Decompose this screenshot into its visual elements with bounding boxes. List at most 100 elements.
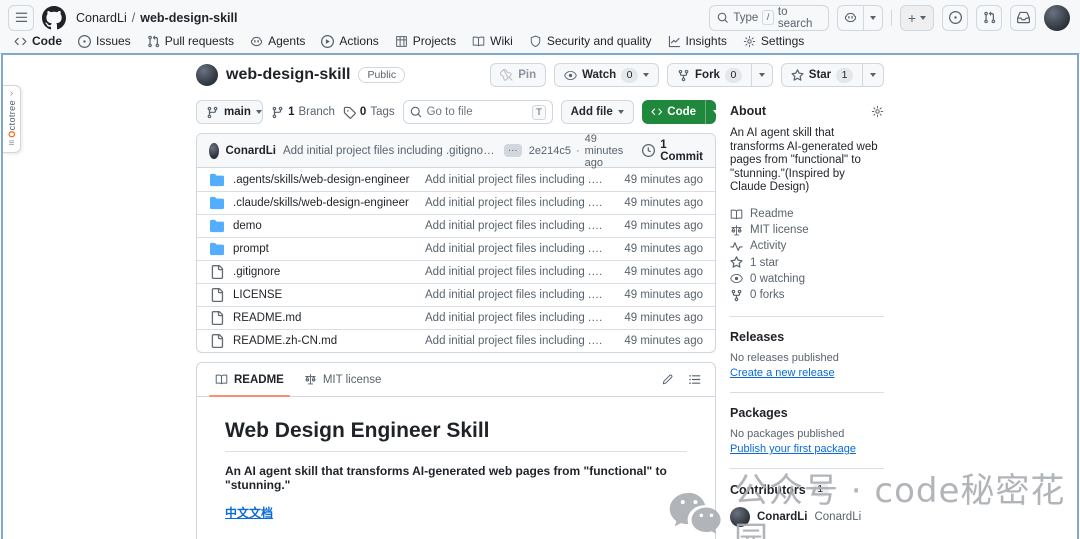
- github-logo-icon[interactable]: [42, 5, 66, 30]
- file-commit-message[interactable]: Add initial project files including .git…: [425, 174, 603, 186]
- edit-about-button[interactable]: [871, 105, 884, 118]
- file-commit-message[interactable]: Add initial project files including .git…: [425, 197, 603, 209]
- file-commit-time: 49 minutes ago: [624, 243, 703, 255]
- repo-nav-tab[interactable]: Actions: [313, 32, 386, 54]
- file-row[interactable]: prompt Add initial project files includi…: [197, 237, 715, 260]
- file-commit-message[interactable]: Add initial project files including .git…: [425, 243, 603, 255]
- copilot-button[interactable]: [838, 6, 863, 30]
- file-name[interactable]: demo: [233, 220, 417, 232]
- code-dropdown-button[interactable]: [705, 100, 716, 124]
- repo-nav-tab[interactable]: Issues: [70, 32, 139, 54]
- repo-title[interactable]: web-design-skill: [226, 66, 350, 84]
- file-commit-message[interactable]: Add initial project files including .git…: [425, 312, 603, 324]
- file-icon: [209, 311, 225, 325]
- repo-nav-tab[interactable]: Security and quality: [521, 32, 660, 54]
- star-button[interactable]: Star 1: [782, 64, 862, 86]
- site-header: ConardLi / web-design-skill Type / to se…: [0, 0, 1080, 55]
- global-search-input[interactable]: Type / to search: [708, 4, 829, 31]
- file-row[interactable]: .claude/skills/web-design-engineer Add i…: [197, 191, 715, 214]
- repo-nav-tab[interactable]: Code: [6, 32, 70, 55]
- about-link[interactable]: Readme: [730, 206, 884, 222]
- breadcrumb-repo[interactable]: web-design-skill: [140, 11, 237, 25]
- branch-picker-button[interactable]: main: [197, 101, 262, 123]
- fork-button[interactable]: Fork 0: [668, 64, 751, 86]
- commit-hash[interactable]: 2e214c5: [529, 145, 571, 157]
- branches-link[interactable]: 1 Branch: [271, 106, 335, 119]
- readme-tab[interactable]: MIT license: [294, 363, 392, 396]
- pull-requests-global-button[interactable]: [976, 4, 1002, 31]
- edit-readme-button[interactable]: [661, 373, 674, 386]
- repo-nav-tab[interactable]: Pull requests: [139, 32, 242, 54]
- about-link[interactable]: 0 watching: [730, 271, 884, 287]
- issues-global-button[interactable]: [942, 4, 968, 31]
- about-link[interactable]: MIT license: [730, 222, 884, 238]
- file-commit-time: 49 minutes ago: [624, 220, 703, 232]
- copilot-dropdown-button[interactable]: [862, 5, 882, 30]
- octotree-sidebar-toggle[interactable]: › Octotree ≡: [3, 85, 21, 153]
- issue-icon: [948, 11, 962, 24]
- outline-button[interactable]: [688, 373, 701, 386]
- repo-nav-tab[interactable]: Projects: [387, 32, 464, 54]
- file-row[interactable]: README.md Add initial project files incl…: [197, 306, 715, 329]
- breadcrumb-owner[interactable]: ConardLi: [76, 11, 127, 25]
- file-row[interactable]: README.zh-CN.md Add initial project file…: [197, 329, 715, 352]
- file-name[interactable]: README.zh-CN.md: [233, 335, 417, 347]
- go-to-file-input[interactable]: T: [402, 100, 553, 124]
- file-name[interactable]: README.md: [233, 312, 417, 324]
- file-commit-message[interactable]: Add initial project files including .git…: [425, 289, 603, 301]
- readme-content: Web Design Engineer Skill An AI agent sk…: [197, 397, 715, 539]
- user-avatar[interactable]: [1044, 4, 1070, 31]
- commit-history-link[interactable]: 1 Commit: [642, 139, 703, 163]
- insights-icon: [668, 35, 681, 48]
- readme-tab[interactable]: README: [205, 363, 294, 397]
- releases-empty-text: No releases published: [730, 352, 839, 365]
- commit-author[interactable]: ConardLi: [226, 145, 276, 157]
- fork-icon: [677, 69, 690, 82]
- pin-button[interactable]: Pin: [490, 63, 547, 87]
- go-to-file-field[interactable]: [426, 106, 527, 118]
- about-link[interactable]: 0 forks: [730, 287, 884, 303]
- commit-author-avatar[interactable]: [209, 142, 219, 159]
- global-menu-button[interactable]: [8, 4, 34, 31]
- repo-nav-tab[interactable]: Insights: [660, 32, 735, 54]
- file-commit-message[interactable]: Add initial project files including .git…: [425, 220, 603, 232]
- create-release-link[interactable]: Create a new release: [730, 367, 835, 379]
- file-commit-message[interactable]: Add initial project files including .git…: [425, 266, 603, 278]
- file-row[interactable]: demo Add initial project files including…: [197, 214, 715, 237]
- file-commit-message[interactable]: Add initial project files including .git…: [425, 335, 603, 347]
- file-name[interactable]: .agents/skills/web-design-engineer: [233, 174, 417, 186]
- file-name[interactable]: LICENSE: [233, 289, 417, 301]
- about-link[interactable]: 1 star: [730, 255, 884, 271]
- commit-expand-button[interactable]: …: [503, 144, 522, 157]
- file-row[interactable]: .agents/skills/web-design-engineer Add i…: [197, 168, 715, 191]
- add-file-button[interactable]: Add file: [560, 100, 634, 124]
- publish-package-link[interactable]: Publish your first package: [730, 443, 856, 455]
- repo-nav-tab[interactable]: Agents: [242, 32, 313, 54]
- repo-owner-avatar[interactable]: [196, 64, 218, 86]
- file-name[interactable]: .claude/skills/web-design-engineer: [233, 197, 417, 209]
- watch-button[interactable]: Watch 0: [554, 63, 660, 87]
- file-name[interactable]: .gitignore: [233, 266, 417, 278]
- commit-message[interactable]: Add initial project files including .git…: [283, 145, 497, 157]
- fork-dropdown-button[interactable]: [750, 64, 772, 86]
- latest-commit-bar: ConardLi Add initial project files inclu…: [197, 134, 715, 169]
- chinese-docs-link[interactable]: 中文文档: [225, 506, 273, 520]
- file-icon: [209, 334, 225, 348]
- repo-nav-tab[interactable]: Settings: [735, 32, 812, 54]
- star-dropdown-button[interactable]: [862, 64, 883, 86]
- about-link[interactable]: Activity: [730, 238, 884, 254]
- file-row[interactable]: .gitignore Add initial project files inc…: [197, 260, 715, 283]
- inbox-button[interactable]: [1010, 4, 1036, 31]
- about-heading-row: About: [730, 104, 884, 118]
- file-name[interactable]: prompt: [233, 243, 417, 255]
- folder-icon: [209, 219, 225, 233]
- readme-title: Web Design Engineer Skill: [225, 419, 687, 452]
- repo-page: web-design-skill Public Pin Watch 0 Fork…: [196, 60, 884, 539]
- tags-link[interactable]: 0 Tags: [343, 106, 395, 119]
- create-new-button[interactable]: +: [899, 4, 934, 31]
- contributor-row[interactable]: ConardLi ConardLi: [730, 507, 884, 528]
- branch-icon: [206, 106, 219, 119]
- file-row[interactable]: LICENSE Add initial project files includ…: [197, 283, 715, 306]
- code-button[interactable]: Code: [642, 100, 705, 124]
- repo-nav-tab[interactable]: Wiki: [464, 32, 521, 54]
